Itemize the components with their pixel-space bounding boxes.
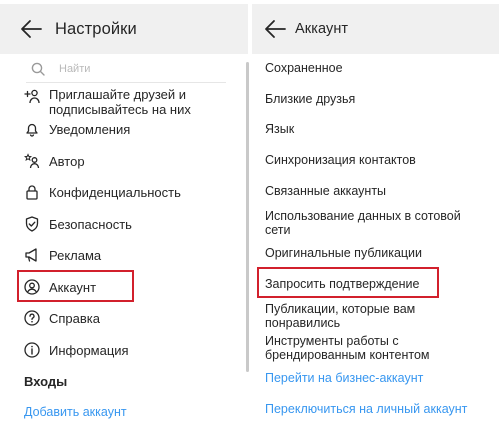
creator-stars-icon xyxy=(24,153,40,169)
megaphone-icon xyxy=(24,247,40,263)
settings-item-label: Приглашайте друзей и подписывайтесь на н… xyxy=(49,87,191,117)
switch-to-personal-link[interactable]: Переключиться на личный аккаунт xyxy=(265,402,467,416)
settings-item-label: Реклама xyxy=(49,247,102,263)
add-person-icon xyxy=(24,88,40,104)
account-panel: Аккаунт Сохраненное Близкие друзья Язык … xyxy=(252,0,499,433)
add-account-link[interactable]: Добавить аккаунт xyxy=(24,405,127,419)
settings-item-privacy[interactable]: Конфиденциальность xyxy=(24,179,181,205)
account-item-language[interactable]: Язык xyxy=(265,122,294,136)
settings-item-label: Справка xyxy=(49,310,100,326)
settings-item-label: Конфиденциальность xyxy=(49,184,181,200)
account-highlight-box xyxy=(17,270,134,302)
settings-item-label: Автор xyxy=(49,153,85,169)
settings-item-label: Уведомления xyxy=(49,121,131,137)
account-item-contacts-sync[interactable]: Синхронизация контактов xyxy=(265,153,416,167)
account-item-linked-accounts[interactable]: Связанные аккаунты xyxy=(265,184,386,198)
account-item-original-posts[interactable]: Оригинальные публикации xyxy=(265,246,422,260)
search-placeholder: Найти xyxy=(59,63,91,75)
back-arrow-icon[interactable] xyxy=(264,19,286,39)
scrollbar[interactable] xyxy=(246,62,249,372)
account-header: Аккаунт xyxy=(252,4,499,54)
settings-item-creator[interactable]: Автор xyxy=(24,148,85,174)
settings-item-ads[interactable]: Реклама xyxy=(24,242,101,268)
bell-icon xyxy=(24,121,40,137)
settings-item-label: Информация xyxy=(49,342,129,358)
verification-highlight-box xyxy=(257,267,439,298)
account-item-close-friends[interactable]: Близкие друзья xyxy=(265,92,355,106)
settings-item-about[interactable]: Информация xyxy=(24,337,129,363)
settings-header: Настройки xyxy=(0,4,248,54)
settings-item-help[interactable]: Справка xyxy=(24,305,100,331)
shield-check-icon xyxy=(24,216,40,232)
info-circle-icon xyxy=(24,342,40,358)
settings-item-invite-friends[interactable]: Приглашайте друзей и подписывайтесь на н… xyxy=(24,87,219,117)
lock-icon xyxy=(24,184,40,200)
account-item-liked-posts[interactable]: Публикации, которые вам понравились xyxy=(265,302,450,330)
back-arrow-icon[interactable] xyxy=(20,19,42,39)
page-title: Аккаунт xyxy=(295,21,349,37)
settings-item-security[interactable]: Безопасность xyxy=(24,211,132,237)
help-circle-icon xyxy=(24,310,40,326)
settings-item-label: Безопасность xyxy=(49,216,132,232)
search-input[interactable]: Найти xyxy=(26,60,226,83)
page-title: Настройки xyxy=(55,19,137,38)
logins-section-title: Входы xyxy=(24,374,68,389)
account-item-cellular-data[interactable]: Использование данных в сотовой сети xyxy=(265,209,465,237)
settings-item-notifications[interactable]: Уведомления xyxy=(24,116,130,142)
search-icon xyxy=(31,62,45,81)
account-item-saved[interactable]: Сохраненное xyxy=(265,61,343,75)
settings-panel: Настройки Найти Приглашайте друзей и под… xyxy=(0,0,249,433)
account-item-branded-content[interactable]: Инструменты работы с брендированным конт… xyxy=(265,334,455,362)
switch-to-business-link[interactable]: Перейти на бизнес-аккаунт xyxy=(265,371,423,385)
